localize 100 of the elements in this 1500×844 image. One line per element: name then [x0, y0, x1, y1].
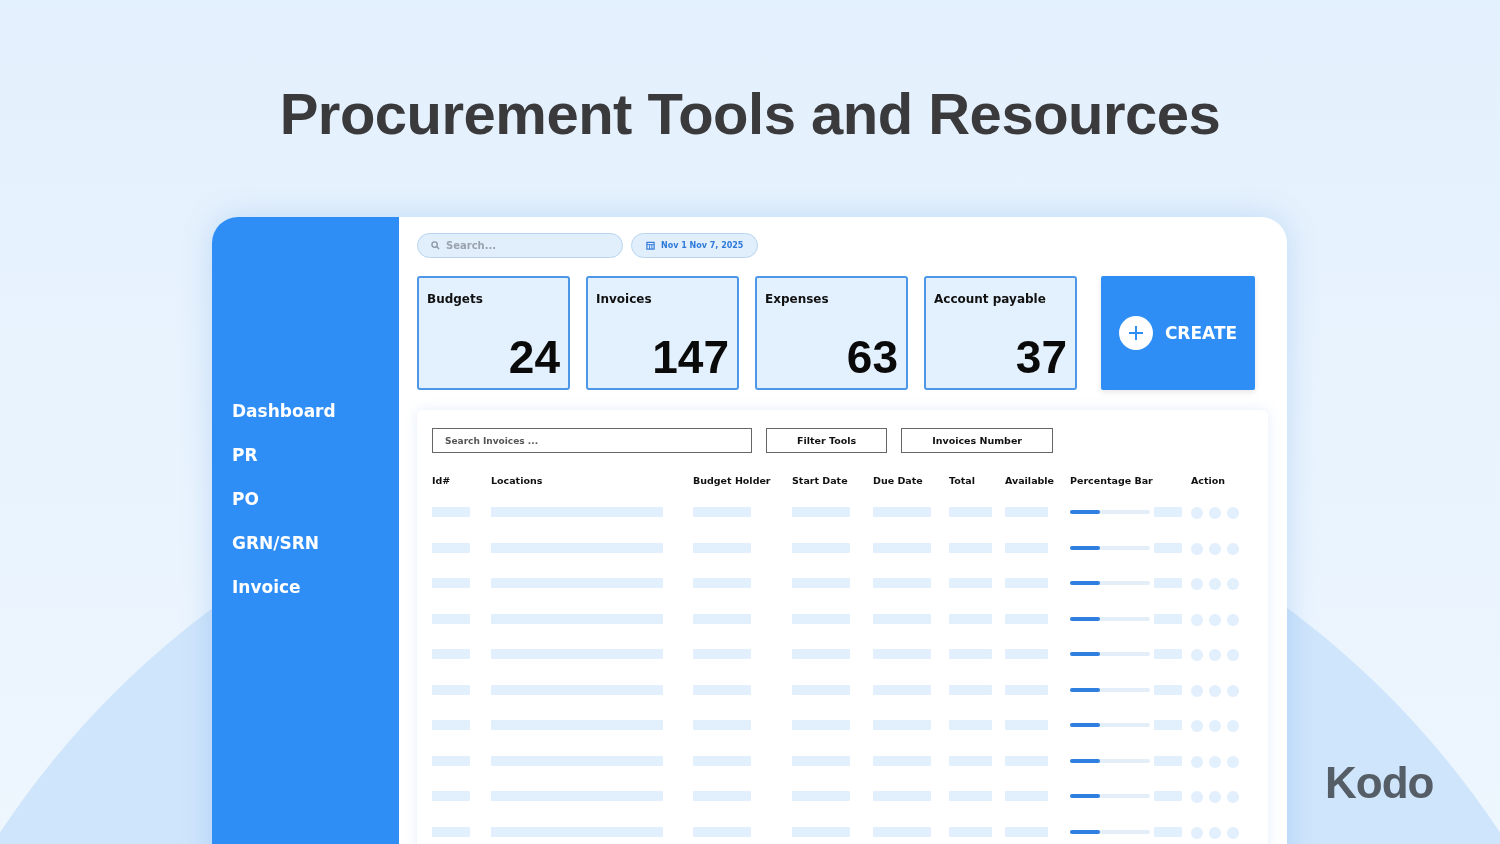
action-dot	[1191, 755, 1203, 768]
skeleton-bar	[873, 791, 931, 801]
column-header: Start Date	[792, 475, 848, 486]
action-dot	[1209, 542, 1221, 555]
skeleton-bar	[792, 720, 850, 730]
skeleton-bar	[949, 826, 992, 837]
skeleton-bar	[1005, 613, 1048, 624]
skeleton-bar	[1154, 755, 1182, 766]
action-dot	[1227, 507, 1239, 519]
action-dot	[1209, 613, 1221, 626]
column-header: Budget Holder	[693, 475, 771, 486]
skeleton-bar	[949, 507, 992, 517]
date-range-button[interactable]: Nov 1 Nov 7, 2025	[631, 233, 759, 258]
skeleton-bar	[1154, 720, 1182, 730]
skeleton-bar	[792, 755, 850, 766]
skeleton-bar	[873, 542, 931, 553]
action-dot	[1209, 649, 1221, 661]
column-header: Total	[949, 475, 975, 486]
nav-item[interactable]: PR	[232, 445, 258, 465]
column-header: Action	[1191, 475, 1226, 486]
action-dot	[1191, 791, 1203, 803]
action-dot	[1209, 684, 1221, 697]
skeleton-bar	[873, 507, 931, 517]
skeleton-bar	[693, 720, 751, 730]
brand-logo: Kodo	[1325, 758, 1434, 808]
skeleton-bar	[693, 578, 751, 588]
skeleton-bar	[1154, 684, 1182, 695]
skeleton-bar	[949, 613, 992, 624]
skeleton-bar	[693, 507, 751, 517]
action-dot	[1191, 613, 1203, 626]
create-button[interactable]: CREATE	[1101, 276, 1255, 390]
action-dot	[1191, 578, 1203, 590]
skeleton-bar	[873, 613, 931, 624]
stat-label: Expenses	[765, 292, 829, 306]
action-dot	[1209, 826, 1221, 839]
skeleton-bar	[1005, 578, 1048, 588]
nav-item[interactable]: GRN/SRN	[232, 533, 320, 553]
skeleton-bar	[432, 649, 470, 659]
stat-label: Budgets	[427, 292, 483, 306]
skeleton-bar	[1005, 684, 1048, 695]
action-dot	[1191, 649, 1203, 661]
action-dot	[1227, 649, 1239, 661]
skeleton-bar	[1005, 720, 1048, 730]
skeleton-bar	[792, 542, 850, 553]
skeleton-bar	[1005, 542, 1048, 553]
skeleton-bar	[1154, 507, 1182, 517]
skeleton-bar	[792, 826, 850, 837]
skeleton-bar	[1005, 791, 1048, 801]
skeleton-bar	[873, 649, 931, 659]
skeleton-bar	[432, 826, 470, 837]
skeleton-bar	[792, 578, 850, 588]
action-dot	[1209, 720, 1221, 732]
skeleton-bar	[873, 720, 931, 730]
skeleton-bar	[1005, 507, 1048, 517]
stat-value: 24	[508, 334, 560, 380]
toolbar-button[interactable]: Filter Tools	[766, 428, 888, 453]
action-dot	[1209, 791, 1221, 803]
action-dot	[1227, 542, 1239, 555]
action-dot	[1227, 826, 1239, 839]
action-dot	[1191, 542, 1203, 555]
skeleton-bar	[1154, 649, 1182, 659]
action-dot	[1191, 684, 1203, 697]
action-dot	[1209, 507, 1221, 519]
search-icon	[431, 241, 440, 250]
skeleton-bar	[792, 507, 850, 517]
skeleton-bar	[432, 684, 470, 695]
skeleton-bar	[432, 578, 470, 588]
skeleton-bar	[1005, 826, 1048, 837]
skeleton-bar	[693, 542, 751, 553]
search-field[interactable]: Search Invoices ...	[432, 428, 752, 453]
stat-label: Invoices	[596, 292, 652, 306]
nav-item[interactable]: Dashboard	[232, 401, 336, 421]
skeleton-bar	[693, 613, 751, 624]
skeleton-bar	[693, 649, 751, 659]
toolbar-button[interactable]: Invoices Number	[901, 428, 1054, 453]
nav-item[interactable]: Invoice	[232, 577, 301, 597]
column-header: Percentage Bar	[1070, 475, 1153, 486]
skeleton-bar	[432, 542, 470, 553]
skeleton-bar	[949, 542, 992, 553]
skeleton-bar	[949, 684, 992, 695]
skeleton-bar	[693, 791, 751, 801]
stat-value: 147	[652, 334, 729, 380]
action-dot	[1227, 684, 1239, 697]
skeleton-bar	[1154, 613, 1182, 624]
nav-item[interactable]: PO	[232, 489, 259, 509]
skeleton-bar	[792, 791, 850, 801]
skeleton-bar	[792, 613, 850, 624]
action-dot	[1227, 791, 1239, 803]
skeleton-bar	[873, 684, 931, 695]
action-dot	[1227, 755, 1239, 768]
column-header: Available	[1005, 475, 1055, 486]
plus-icon	[1118, 316, 1153, 350]
action-dot	[1209, 755, 1221, 768]
skeleton-bar	[949, 755, 992, 766]
skeleton-bar	[1005, 755, 1048, 766]
skeleton-bar	[1005, 649, 1048, 659]
column-header: Locations	[491, 475, 543, 486]
skeleton-bar	[792, 649, 850, 659]
skeleton-bar	[949, 578, 992, 588]
headline: Procurement Tools and Resources	[278, 80, 1222, 137]
